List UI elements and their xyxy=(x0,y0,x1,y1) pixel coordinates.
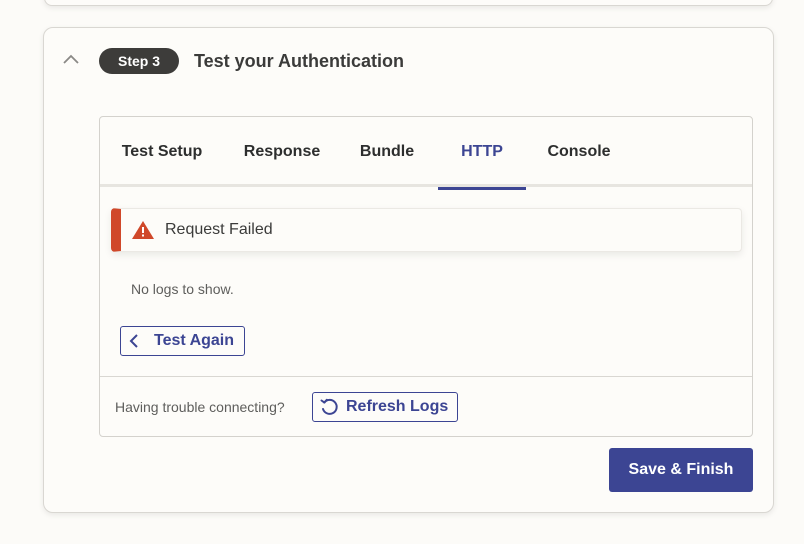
refresh-logs-label: Refresh Logs xyxy=(346,398,449,415)
previous-step-card xyxy=(44,0,773,6)
tab-http[interactable]: HTTP xyxy=(438,117,526,190)
alert-message: Request Failed xyxy=(165,221,273,238)
test-panel: Test Setup Response Bundle HTTP Console … xyxy=(99,116,753,437)
tab-response[interactable]: Response xyxy=(232,117,332,187)
test-again-button[interactable]: Test Again xyxy=(120,326,245,356)
tab-test-setup[interactable]: Test Setup xyxy=(100,117,224,187)
save-finish-button[interactable]: Save & Finish xyxy=(609,448,753,492)
chevron-left-icon xyxy=(129,333,143,349)
test-again-label: Test Again xyxy=(154,332,235,349)
step-title: Test your Authentication xyxy=(194,51,405,71)
tab-console[interactable]: Console xyxy=(538,117,620,187)
refresh-icon xyxy=(319,397,341,417)
collapse-button[interactable] xyxy=(59,48,83,72)
chevron-up-icon xyxy=(63,51,79,69)
warning-icon xyxy=(131,219,155,241)
tab-bar: Test Setup Response Bundle HTTP Console xyxy=(100,117,752,190)
step-badge: Step 3 xyxy=(99,48,179,74)
tab-bundle[interactable]: Bundle xyxy=(350,117,424,187)
no-logs-text: No logs to show. xyxy=(131,281,234,297)
trouble-text: Having trouble connecting? xyxy=(115,399,285,415)
request-failed-alert: Request Failed xyxy=(111,208,742,252)
footer-divider xyxy=(100,376,752,377)
refresh-logs-button[interactable]: Refresh Logs xyxy=(312,392,458,422)
